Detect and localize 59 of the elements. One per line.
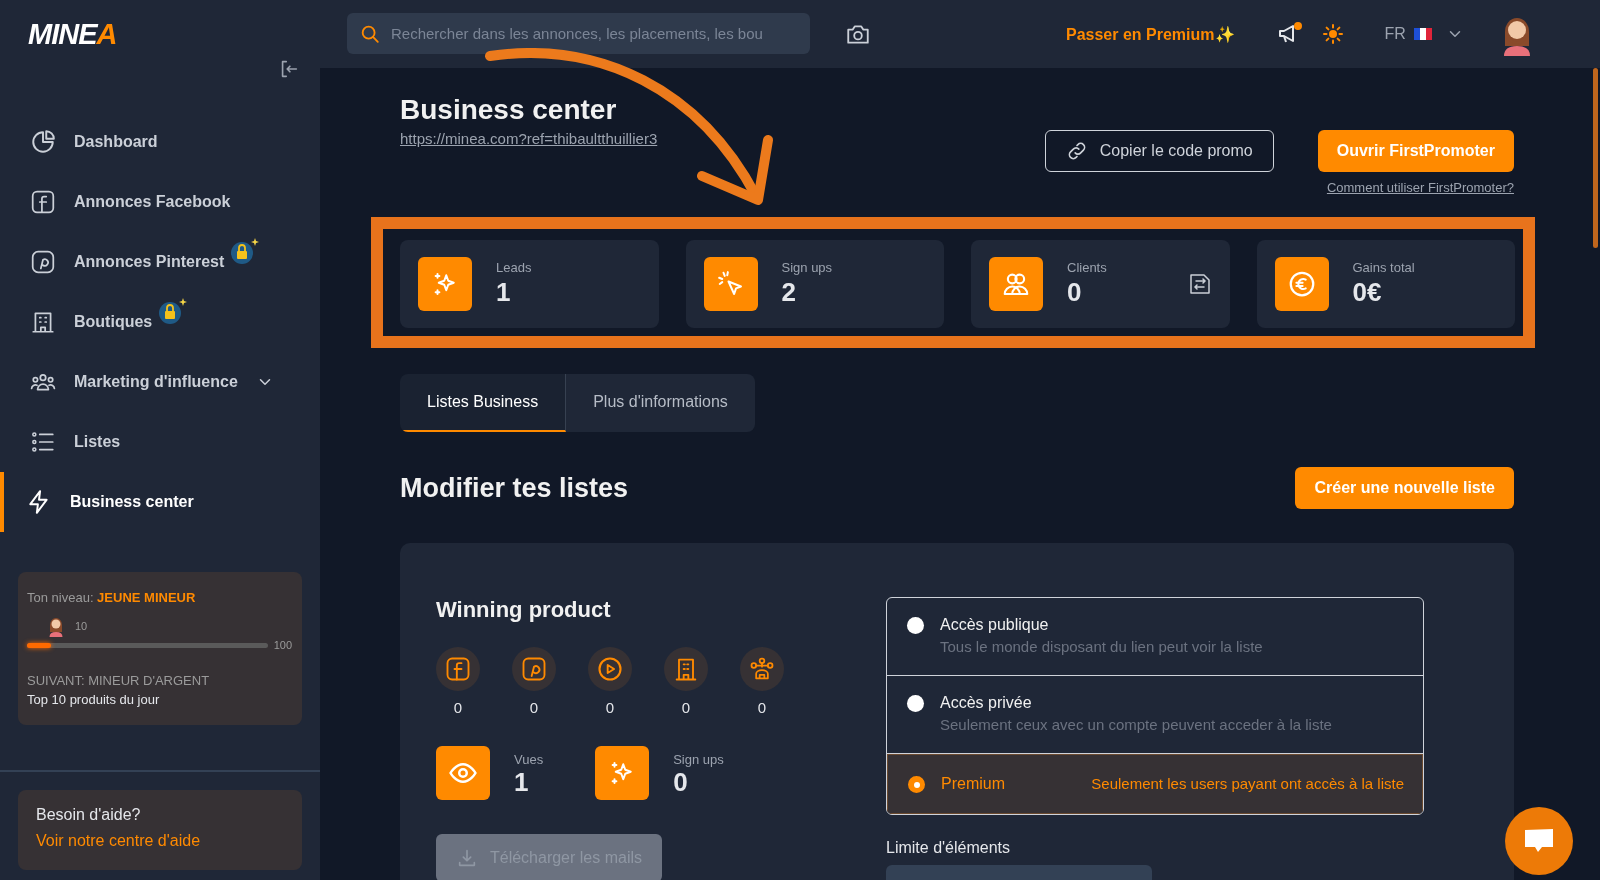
sidebar-item[interactable]: Boutiques bbox=[0, 292, 320, 352]
source-count: 0 bbox=[757, 699, 767, 716]
stat-label: Gains total bbox=[1352, 260, 1416, 275]
tab[interactable]: Plus d'informations bbox=[566, 374, 755, 432]
stat-value: 2 bbox=[781, 277, 797, 308]
source-count: 0 bbox=[605, 699, 615, 716]
language-label[interactable]: FR bbox=[1384, 25, 1406, 43]
play-icon bbox=[596, 655, 624, 683]
facebook-icon bbox=[444, 655, 472, 683]
avatar-icon bbox=[47, 615, 65, 637]
metric-label: Vues bbox=[514, 752, 544, 767]
stat-label: Sign ups bbox=[781, 260, 834, 275]
reward-label: Top 10 produits du jour bbox=[27, 692, 161, 707]
help-link[interactable]: Voir notre centre d'aide bbox=[36, 832, 201, 850]
stat-label: Leads bbox=[496, 260, 533, 275]
source-count: 0 bbox=[681, 699, 691, 716]
sidebar-item[interactable]: Dashboard bbox=[0, 112, 320, 172]
scrollbar-thumb[interactable] bbox=[1593, 68, 1598, 248]
copy-promo-button[interactable]: Copier le code promo bbox=[1044, 130, 1274, 172]
level-label: Ton niveau: JEUNE MINEUR bbox=[27, 590, 197, 605]
source-count: 0 bbox=[453, 699, 463, 716]
sun-icon bbox=[1320, 22, 1345, 46]
help-title: Besoin d'aide? bbox=[36, 806, 142, 824]
list-name: Winning product bbox=[436, 597, 612, 623]
stat-value: 1 bbox=[496, 277, 512, 308]
sidebar-item[interactable]: Annonces Facebook bbox=[0, 172, 320, 232]
max-points-label: 100 bbox=[273, 639, 292, 651]
sidebar-item[interactable]: Annonces Pinterest bbox=[0, 232, 320, 292]
metric-value: 0 bbox=[673, 767, 689, 798]
pinterest-icon bbox=[520, 655, 548, 683]
stat-label: Clients bbox=[1067, 260, 1108, 275]
building-icon bbox=[30, 309, 56, 335]
stat-value: 0€ bbox=[1352, 277, 1383, 308]
metric-label: Sign ups bbox=[673, 752, 724, 767]
metric-value: 1 bbox=[514, 767, 530, 798]
flag-icon bbox=[1413, 28, 1432, 40]
limit-label: Limite d'éléments bbox=[886, 839, 1011, 857]
pinterest-icon bbox=[30, 249, 56, 275]
tab[interactable]: Listes Business bbox=[400, 374, 567, 432]
access-option[interactable]: Accès publique Tous le monde disposant du lien peut voir la liste bbox=[887, 598, 1423, 676]
stat-value: 0 bbox=[1067, 277, 1083, 308]
access-option[interactable]: Premium Seulement les users payant ont accès à la liste bbox=[887, 754, 1423, 814]
pie-chart-icon bbox=[30, 129, 56, 155]
referral-link[interactable]: https://minea.com?ref=thibaultthuillier3 bbox=[400, 130, 658, 147]
list-icon bbox=[30, 429, 56, 455]
sidebar-item[interactable]: Listes bbox=[0, 412, 320, 472]
help-link[interactable]: Comment utiliser FirstPromoter? bbox=[1326, 180, 1514, 195]
swap-icon[interactable] bbox=[1187, 272, 1212, 296]
sidebar-item[interactable]: Business center bbox=[0, 472, 320, 532]
search-field[interactable]: Rechercher dans les annonces, les placements, les bou bbox=[347, 12, 810, 54]
facebook-icon bbox=[30, 189, 56, 215]
logo[interactable]: MINEA bbox=[0, 17, 347, 51]
section-title: Modifier tes listes bbox=[400, 472, 629, 504]
source-count: 0 bbox=[529, 699, 539, 716]
next-level-label: SUIVANT: MINEUR D'ARGENT bbox=[27, 673, 211, 688]
premium-link[interactable]: Passer en Premium✨ bbox=[1066, 24, 1235, 44]
points-label: 10 bbox=[75, 620, 88, 632]
sidebar-item[interactable]: Marketing d'influence bbox=[0, 352, 320, 412]
page-title: Business center bbox=[400, 94, 618, 126]
